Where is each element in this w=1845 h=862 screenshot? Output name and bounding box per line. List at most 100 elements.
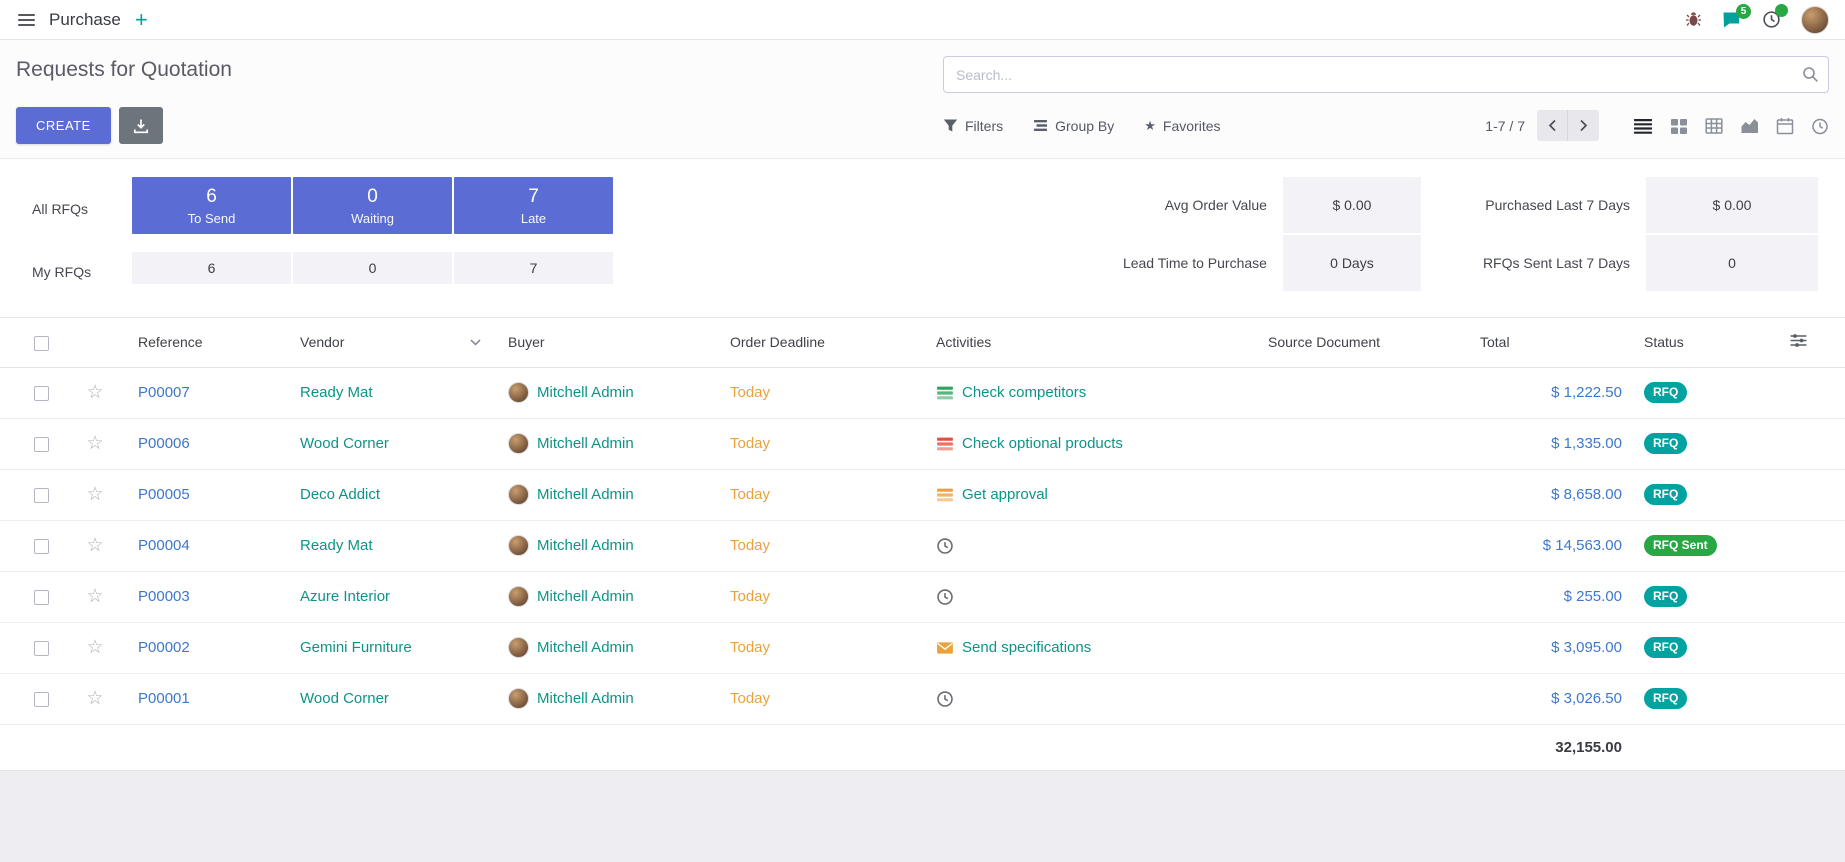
view-activity-icon[interactable] xyxy=(1811,117,1829,135)
activity-icon[interactable] xyxy=(936,537,954,555)
view-list-icon[interactable] xyxy=(1633,117,1653,135)
buyer-link[interactable]: Mitchell Admin xyxy=(537,486,634,503)
table-row[interactable]: ☆ P00005 Deco Addict Mitchell Admin Toda… xyxy=(0,469,1845,520)
favorite-star-icon[interactable]: ☆ xyxy=(86,484,103,505)
vendor-link[interactable]: Wood Corner xyxy=(300,690,389,707)
row-checkbox[interactable] xyxy=(34,437,49,452)
group-by-button[interactable]: Group By xyxy=(1033,118,1114,134)
buyer-link[interactable]: Mitchell Admin xyxy=(537,588,634,605)
favorite-star-icon[interactable]: ☆ xyxy=(86,586,103,607)
select-all-checkbox[interactable] xyxy=(34,336,49,351)
buyer-avatar xyxy=(508,382,529,403)
activity-icon[interactable] xyxy=(936,486,954,504)
reference-link[interactable]: P00003 xyxy=(138,588,190,605)
buyer-link[interactable]: Mitchell Admin xyxy=(537,537,634,554)
activity-icon[interactable] xyxy=(936,639,954,657)
column-options-icon[interactable] xyxy=(1790,333,1807,348)
messages-icon[interactable]: 5 xyxy=(1722,11,1742,29)
activity-label[interactable]: Get approval xyxy=(962,486,1048,503)
create-button[interactable]: CREATE xyxy=(16,107,111,144)
my-to-send[interactable]: 6 xyxy=(132,252,291,284)
activity-icon[interactable] xyxy=(936,588,954,606)
column-header-buyer[interactable]: Buyer xyxy=(495,318,720,367)
filters-button[interactable]: Filters xyxy=(943,118,1003,134)
column-header-status[interactable]: Status xyxy=(1630,318,1790,367)
stat-late[interactable]: 7 Late xyxy=(454,177,613,234)
table-row[interactable]: ☆ P00006 Wood Corner Mitchell Admin Toda… xyxy=(0,418,1845,469)
activity-label[interactable]: Check competitors xyxy=(962,384,1086,401)
buyer-avatar xyxy=(508,637,529,658)
my-waiting[interactable]: 0 xyxy=(293,252,452,284)
stat-to-send[interactable]: 6 To Send xyxy=(132,177,291,234)
column-header-order-deadline[interactable]: Order Deadline xyxy=(720,318,920,367)
activities-icon[interactable] xyxy=(1762,10,1781,29)
reference-link[interactable]: P00004 xyxy=(138,537,190,554)
search-input[interactable] xyxy=(943,56,1829,93)
kpi-lead-time-label: Lead Time to Purchase xyxy=(1123,235,1267,291)
vendor-link[interactable]: Gemini Furniture xyxy=(300,639,412,656)
group-by-label: Group By xyxy=(1055,118,1114,134)
row-checkbox[interactable] xyxy=(34,692,49,707)
table-row[interactable]: ☆ P00002 Gemini Furniture Mitchell Admin… xyxy=(0,622,1845,673)
table-row[interactable]: ☆ P00001 Wood Corner Mitchell Admin Toda… xyxy=(0,673,1845,724)
reference-link[interactable]: P00005 xyxy=(138,486,190,503)
row-checkbox[interactable] xyxy=(34,488,49,503)
messages-badge: 5 xyxy=(1736,4,1751,19)
table-row[interactable]: ☆ P00007 Ready Mat Mitchell Admin Today … xyxy=(0,367,1845,418)
column-header-activities[interactable]: Activities xyxy=(920,318,1250,367)
activity-cell: Send specifications xyxy=(920,622,1250,673)
view-calendar-icon[interactable] xyxy=(1776,117,1794,135)
row-checkbox[interactable] xyxy=(34,386,49,401)
column-header-source-document[interactable]: Source Document xyxy=(1250,318,1480,367)
chevron-down-icon xyxy=(470,339,481,346)
row-checkbox[interactable] xyxy=(34,539,49,554)
column-header-total[interactable]: Total xyxy=(1480,318,1630,367)
search-icon[interactable] xyxy=(1802,66,1819,83)
column-header-reference[interactable]: Reference xyxy=(120,318,285,367)
favorites-button[interactable]: ★ Favorites xyxy=(1144,118,1220,134)
table-row[interactable]: ☆ P00004 Ready Mat Mitchell Admin Today … xyxy=(0,520,1845,571)
reference-link[interactable]: P00006 xyxy=(138,435,190,452)
favorite-star-icon[interactable]: ☆ xyxy=(86,382,103,403)
favorite-star-icon[interactable]: ☆ xyxy=(86,688,103,709)
vendor-link[interactable]: Wood Corner xyxy=(300,435,389,452)
status-badge: RFQ xyxy=(1644,688,1687,709)
view-pivot-icon[interactable] xyxy=(1705,117,1723,135)
app-title[interactable]: Purchase xyxy=(49,10,121,30)
buyer-link[interactable]: Mitchell Admin xyxy=(537,639,634,656)
table-row[interactable]: ☆ P00003 Azure Interior Mitchell Admin T… xyxy=(0,571,1845,622)
vendor-header-label: Vendor xyxy=(300,334,344,350)
vendor-link[interactable]: Azure Interior xyxy=(300,588,390,605)
my-late[interactable]: 7 xyxy=(454,252,613,284)
view-graph-icon[interactable] xyxy=(1740,117,1759,135)
reference-link[interactable]: P00002 xyxy=(138,639,190,656)
favorite-star-icon[interactable]: ☆ xyxy=(86,637,103,658)
apps-menu-icon[interactable] xyxy=(16,10,37,30)
stat-waiting[interactable]: 0 Waiting xyxy=(293,177,452,234)
reference-link[interactable]: P00007 xyxy=(138,384,190,401)
activity-icon[interactable] xyxy=(936,435,954,453)
pager-next-button[interactable] xyxy=(1568,110,1599,141)
activity-icon[interactable] xyxy=(936,384,954,402)
plus-icon[interactable]: + xyxy=(135,9,148,31)
favorite-star-icon[interactable]: ☆ xyxy=(86,433,103,454)
export-button[interactable] xyxy=(119,107,163,144)
column-header-vendor[interactable]: Vendor xyxy=(285,318,495,367)
debug-bug-icon[interactable] xyxy=(1685,11,1702,28)
buyer-link[interactable]: Mitchell Admin xyxy=(537,435,634,452)
pager-previous-button[interactable] xyxy=(1537,110,1568,141)
buyer-link[interactable]: Mitchell Admin xyxy=(537,690,634,707)
activity-label[interactable]: Check optional products xyxy=(962,435,1123,452)
vendor-link[interactable]: Deco Addict xyxy=(300,486,380,503)
row-checkbox[interactable] xyxy=(34,590,49,605)
view-kanban-icon[interactable] xyxy=(1670,117,1688,135)
activity-icon[interactable] xyxy=(936,690,954,708)
vendor-link[interactable]: Ready Mat xyxy=(300,384,373,401)
buyer-link[interactable]: Mitchell Admin xyxy=(537,384,634,401)
vendor-link[interactable]: Ready Mat xyxy=(300,537,373,554)
user-avatar[interactable] xyxy=(1801,6,1829,34)
reference-link[interactable]: P00001 xyxy=(138,690,190,707)
activity-label[interactable]: Send specifications xyxy=(962,639,1091,656)
row-checkbox[interactable] xyxy=(34,641,49,656)
favorite-star-icon[interactable]: ☆ xyxy=(86,535,103,556)
